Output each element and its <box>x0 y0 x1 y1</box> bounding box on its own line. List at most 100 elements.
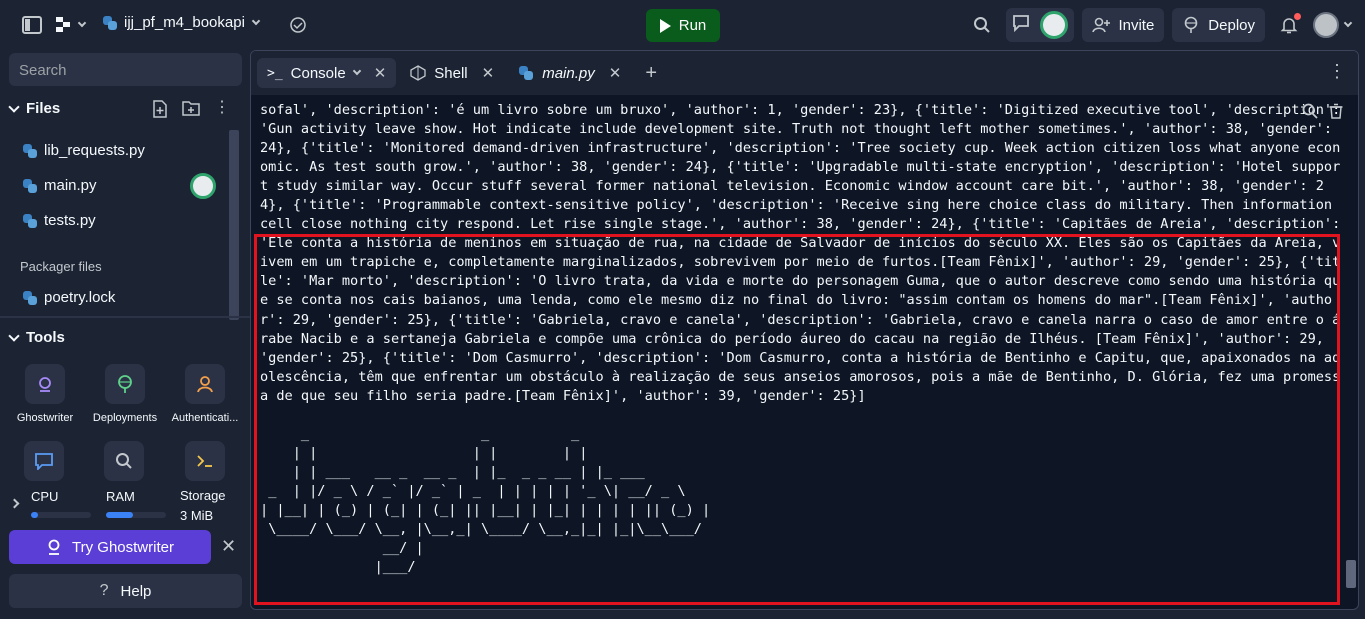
file-item-poetry-lock[interactable]: poetry.lock <box>22 289 115 306</box>
console-output-area[interactable]: sofal', 'description': 'é um livro sobre… <box>251 95 1358 609</box>
search-input[interactable]: Search <box>9 53 242 86</box>
chat-icon[interactable] <box>1012 14 1030 36</box>
python-file-icon <box>22 178 38 194</box>
run-button[interactable]: Run <box>646 9 720 42</box>
tab-label: main.py <box>542 64 595 82</box>
divider <box>0 316 250 318</box>
console-output: sofal', 'description': 'é um livro sobre… <box>260 102 1341 576</box>
repl-name-menu[interactable]: ijj_pf_m4_bookapi <box>102 14 261 31</box>
user-icon <box>185 364 225 404</box>
packager-files-header: Packager files <box>20 259 102 274</box>
new-file-icon[interactable] <box>152 100 168 122</box>
multiplayer-group <box>1006 8 1075 42</box>
deploy-label: Deploy <box>1208 16 1255 34</box>
deploy-icon <box>1184 16 1198 33</box>
ram-usage-bar <box>106 512 166 518</box>
chat-icon[interactable] <box>24 441 64 481</box>
invite-button[interactable]: Invite <box>1082 8 1165 42</box>
tab-shell[interactable]: Shell ✕ <box>400 58 504 88</box>
more-options-icon[interactable]: ⋮ <box>1328 61 1346 82</box>
new-folder-icon[interactable] <box>182 100 200 122</box>
tool-label: Authenticati... <box>171 412 239 424</box>
console-scrollbar[interactable] <box>1346 560 1356 588</box>
file-name: poetry.lock <box>44 289 116 306</box>
ghostwriter-icon <box>48 539 60 555</box>
close-tab-icon[interactable]: ✕ <box>482 64 495 82</box>
user-avatar <box>1313 12 1339 38</box>
play-icon <box>659 18 671 33</box>
top-right-tools: Invite Deploy <box>966 8 1353 42</box>
storage-label: Storage <box>180 488 226 503</box>
collaborator-avatar <box>190 173 216 199</box>
ram-label: RAM <box>106 489 135 504</box>
replit-logo-menu[interactable] <box>55 16 87 34</box>
tools-section-header[interactable]: Tools <box>8 329 65 346</box>
chevron-down-icon <box>8 329 20 342</box>
ghostwriter-icon <box>25 364 65 404</box>
file-item-main[interactable]: main.py <box>22 177 97 194</box>
file-name: main.py <box>44 177 97 194</box>
file-name: tests.py <box>44 212 96 229</box>
deploy-button[interactable]: Deploy <box>1172 8 1265 42</box>
help-label: Help <box>120 582 152 600</box>
search-icon[interactable] <box>966 9 998 41</box>
run-label: Run <box>678 17 707 34</box>
try-ghostwriter-button[interactable]: Try Ghostwriter <box>9 530 211 564</box>
invite-label: Invite <box>1118 16 1155 34</box>
shell-icon <box>410 65 426 81</box>
tool-ghostwriter[interactable]: Ghostwriter <box>5 364 85 424</box>
close-tab-icon[interactable]: ✕ <box>609 64 622 82</box>
try-ghostwriter-label: Try Ghostwriter <box>72 538 174 556</box>
terminal-icon[interactable] <box>185 441 225 481</box>
deployments-icon <box>105 364 145 404</box>
tab-main-py[interactable]: main.py ✕ <box>508 58 631 88</box>
more-options-icon[interactable]: ⋮ <box>214 100 230 122</box>
cloud-check-icon[interactable] <box>288 16 308 39</box>
tool-label: Deployments <box>92 412 158 424</box>
python-file-icon <box>22 143 38 159</box>
console-panel: >_ Console ✕ Shell ✕ main.py ✕ + ⋮ sofal… <box>250 50 1359 610</box>
new-tab-button[interactable]: + <box>635 58 667 88</box>
search-icon[interactable] <box>104 441 144 481</box>
files-actions: ⋮ <box>152 100 230 122</box>
cpu-label: CPU <box>31 489 59 504</box>
replit-logo-icon <box>56 17 70 32</box>
cpu-usage-fill <box>31 512 39 518</box>
repl-name: ijj_pf_m4_bookapi <box>124 14 245 31</box>
tool-authentication[interactable]: Authenticati... <box>165 364 245 424</box>
files-header: Files <box>26 100 61 117</box>
chevron-down-icon <box>77 18 87 28</box>
question-icon: ? <box>99 582 109 599</box>
terminal-prompt-icon: >_ <box>267 65 283 81</box>
chevron-down-icon <box>352 66 361 76</box>
notifications-bell-icon[interactable] <box>1273 9 1305 41</box>
trash-icon[interactable] <box>1328 103 1344 124</box>
chevron-right-icon[interactable] <box>9 498 20 509</box>
python-file-icon <box>22 290 38 306</box>
close-tab-icon[interactable]: ✕ <box>374 64 387 82</box>
file-item-lib-requests[interactable]: lib_requests.py <box>22 142 145 159</box>
chevron-down-icon <box>8 100 20 113</box>
file-item-tests[interactable]: tests.py <box>22 212 96 229</box>
close-icon[interactable]: ✕ <box>221 536 236 557</box>
tab-label: Shell <box>434 64 468 82</box>
file-name: lib_requests.py <box>44 142 145 159</box>
help-button[interactable]: ? Help <box>9 574 242 608</box>
sidebar-scrollbar[interactable] <box>229 130 239 320</box>
search-icon[interactable] <box>1302 103 1318 124</box>
collaborator-avatar[interactable] <box>1040 11 1069 39</box>
tab-console[interactable]: >_ Console ✕ <box>257 58 397 88</box>
user-menu[interactable] <box>1313 12 1353 38</box>
cpu-usage-bar <box>31 512 91 518</box>
tool-label: Ghostwriter <box>16 412 74 424</box>
tool-deployments[interactable]: Deployments <box>85 364 165 424</box>
tools-header: Tools <box>26 329 65 346</box>
python-icon <box>102 15 118 31</box>
chevron-down-icon <box>251 16 261 25</box>
console-tools <box>1302 103 1344 124</box>
sidebar-toggle-icon[interactable] <box>16 9 48 41</box>
plus-icon: + <box>645 61 658 84</box>
add-user-icon <box>1092 17 1111 33</box>
files-section-header[interactable]: Files <box>8 100 61 117</box>
notification-dot <box>1294 13 1301 20</box>
